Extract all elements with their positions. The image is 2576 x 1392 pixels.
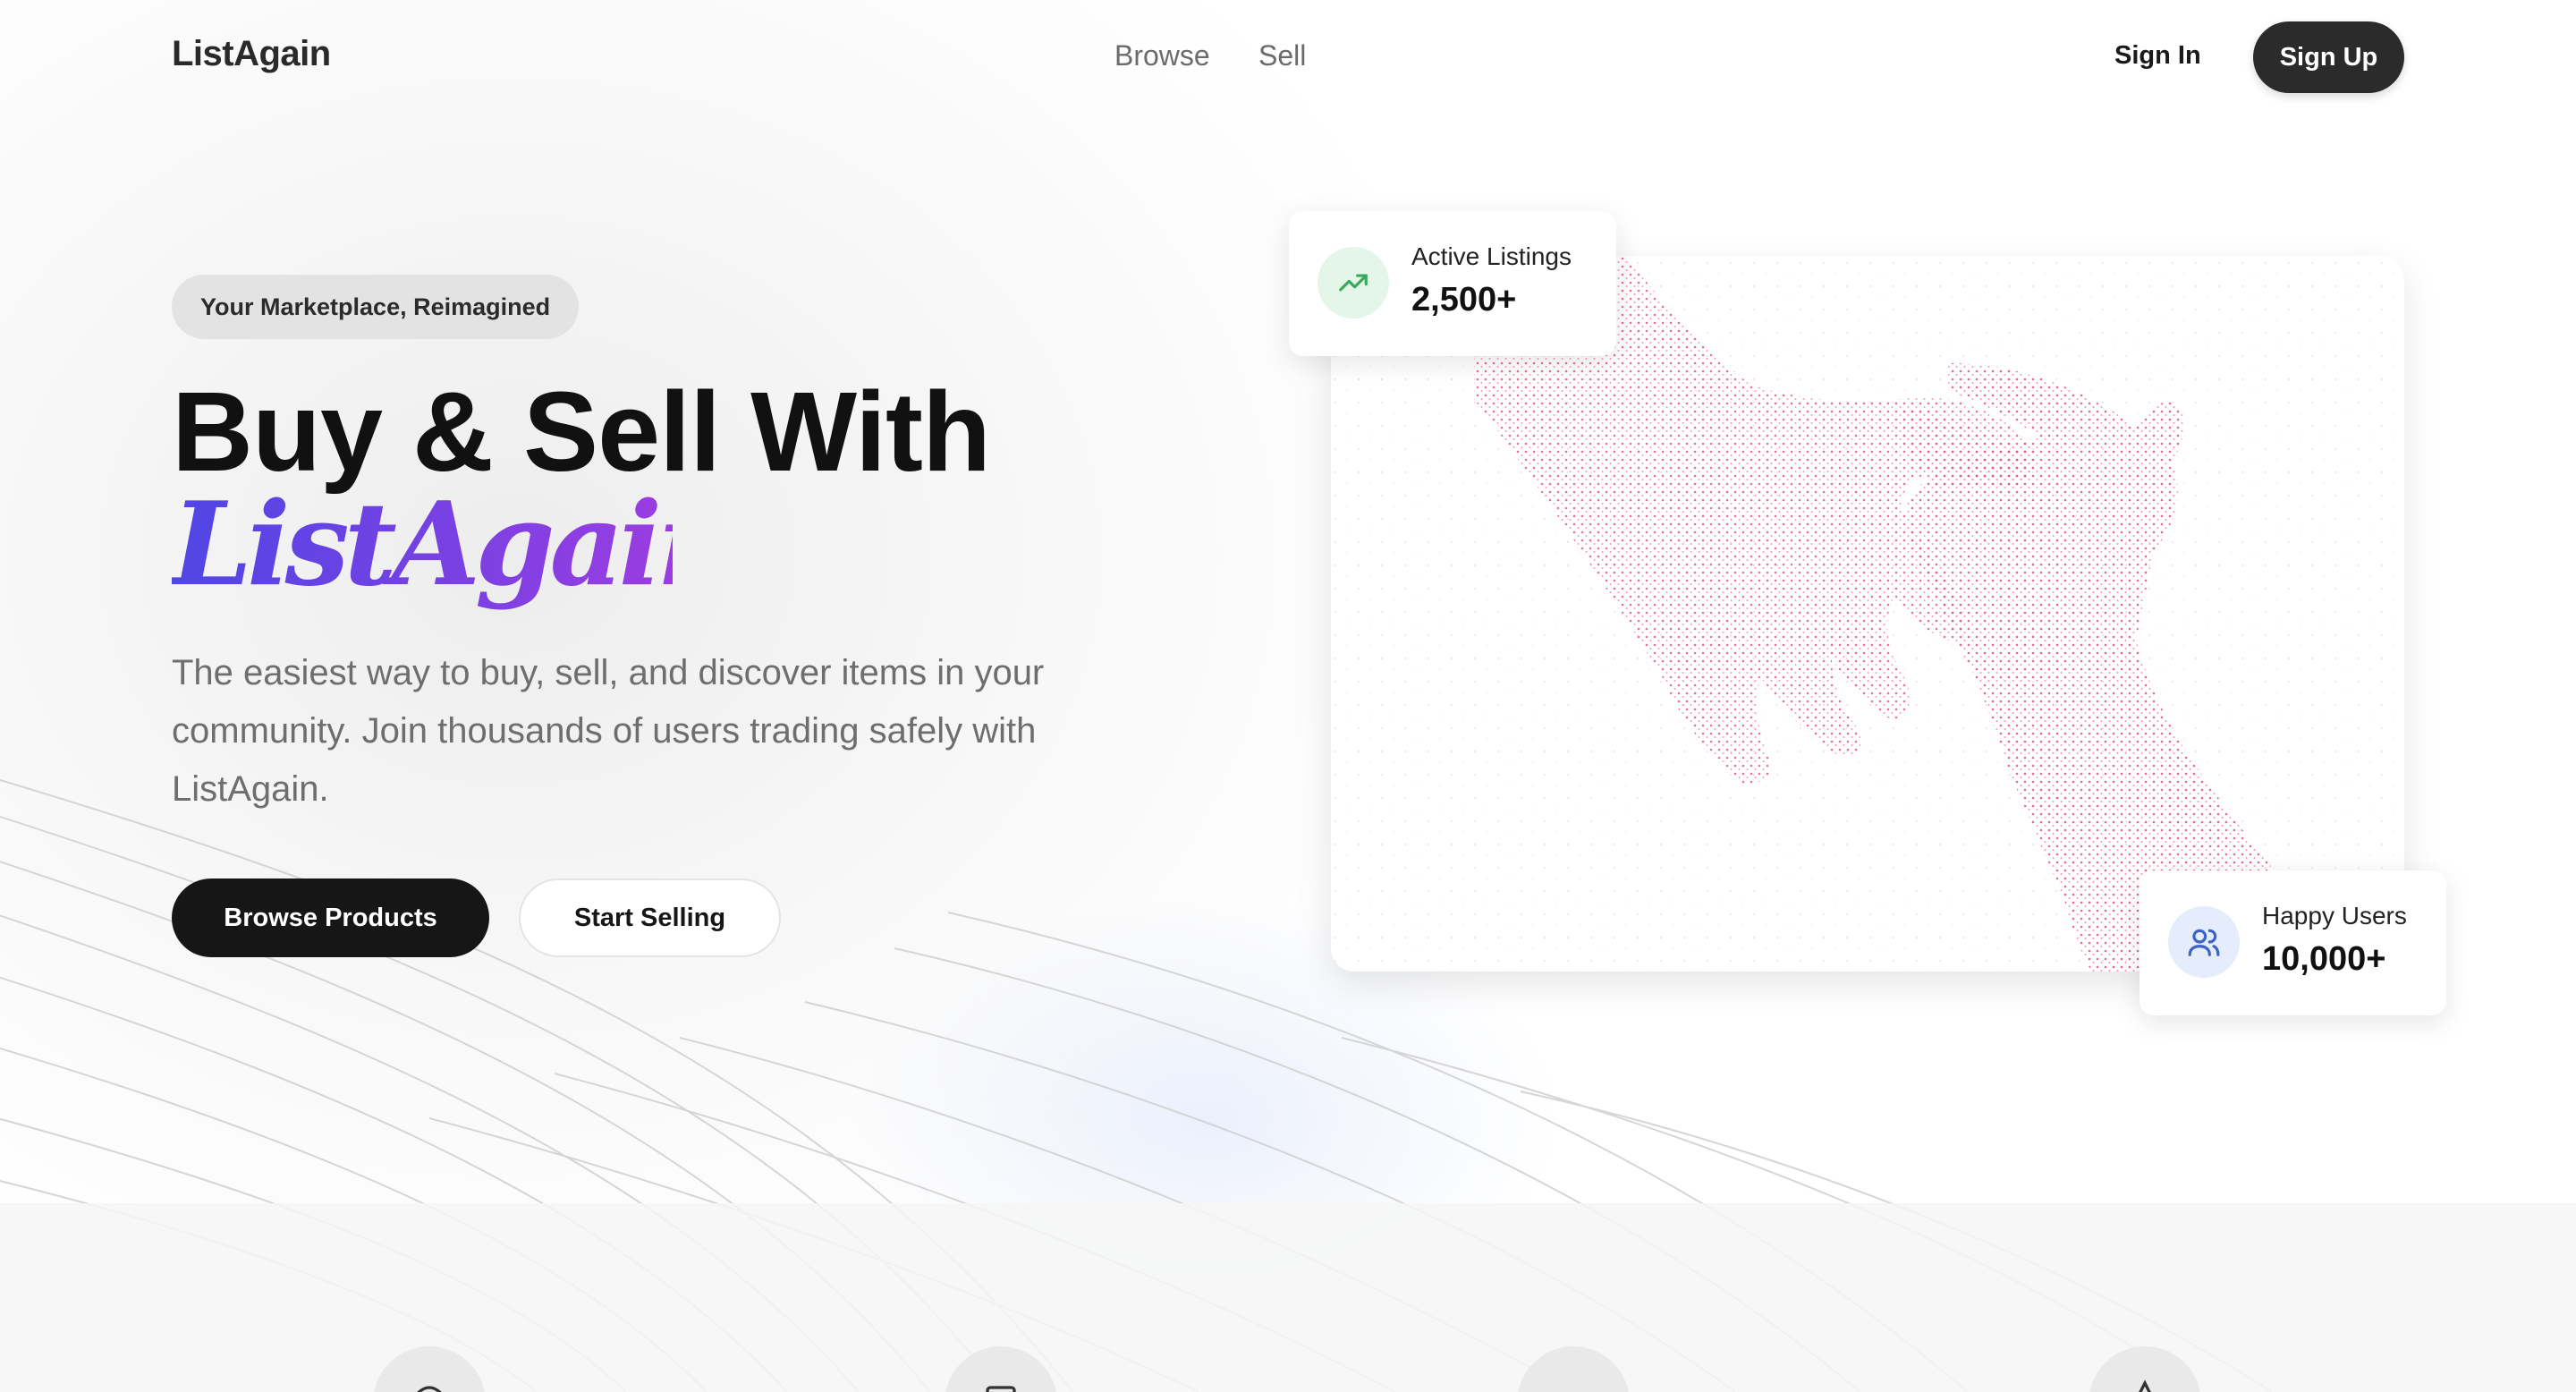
top-navigation: ListAgain Browse Sell Sign In Sign Up [0,0,2576,116]
landing-page: ListAgain Browse Sell Sign In Sign Up Yo… [0,0,2576,1392]
active-listings-label: Active Listings [1411,242,1572,270]
sign-up-button[interactable]: Sign Up [2253,21,2404,93]
hero-subtext: The easiest way to buy, sell, and discov… [172,653,1045,809]
logo[interactable]: ListAgain [172,34,331,74]
active-listings-card: Active Listings 2,500+ [1289,211,1616,356]
active-listings-value: 2,500+ [1411,281,1517,318]
trending-up-icon [1318,247,1389,318]
nav-link-browse[interactable]: Browse [1114,39,1210,72]
sign-in-link[interactable]: Sign In [2114,41,2201,71]
happy-users-label: Happy Users [2262,902,2407,929]
happy-users-value: 10,000+ [2262,940,2386,978]
features-section-band [0,1203,2576,1392]
users-icon [2168,906,2240,978]
nav-link-sell[interactable]: Sell [1258,39,1306,72]
hero-badge: Your Marketplace, Reimagined [172,275,580,339]
happy-users-card: Happy Users 10,000+ [2140,870,2446,1015]
hero-image-card [1331,256,2404,972]
hands-illustration [1331,256,2404,972]
browse-products-button[interactable]: Browse Products [172,878,489,957]
brand-script-text: ListAgain [172,478,673,612]
start-selling-button[interactable]: Start Selling [519,878,781,957]
brand-script-wordmark: ListAgain [172,478,673,612]
